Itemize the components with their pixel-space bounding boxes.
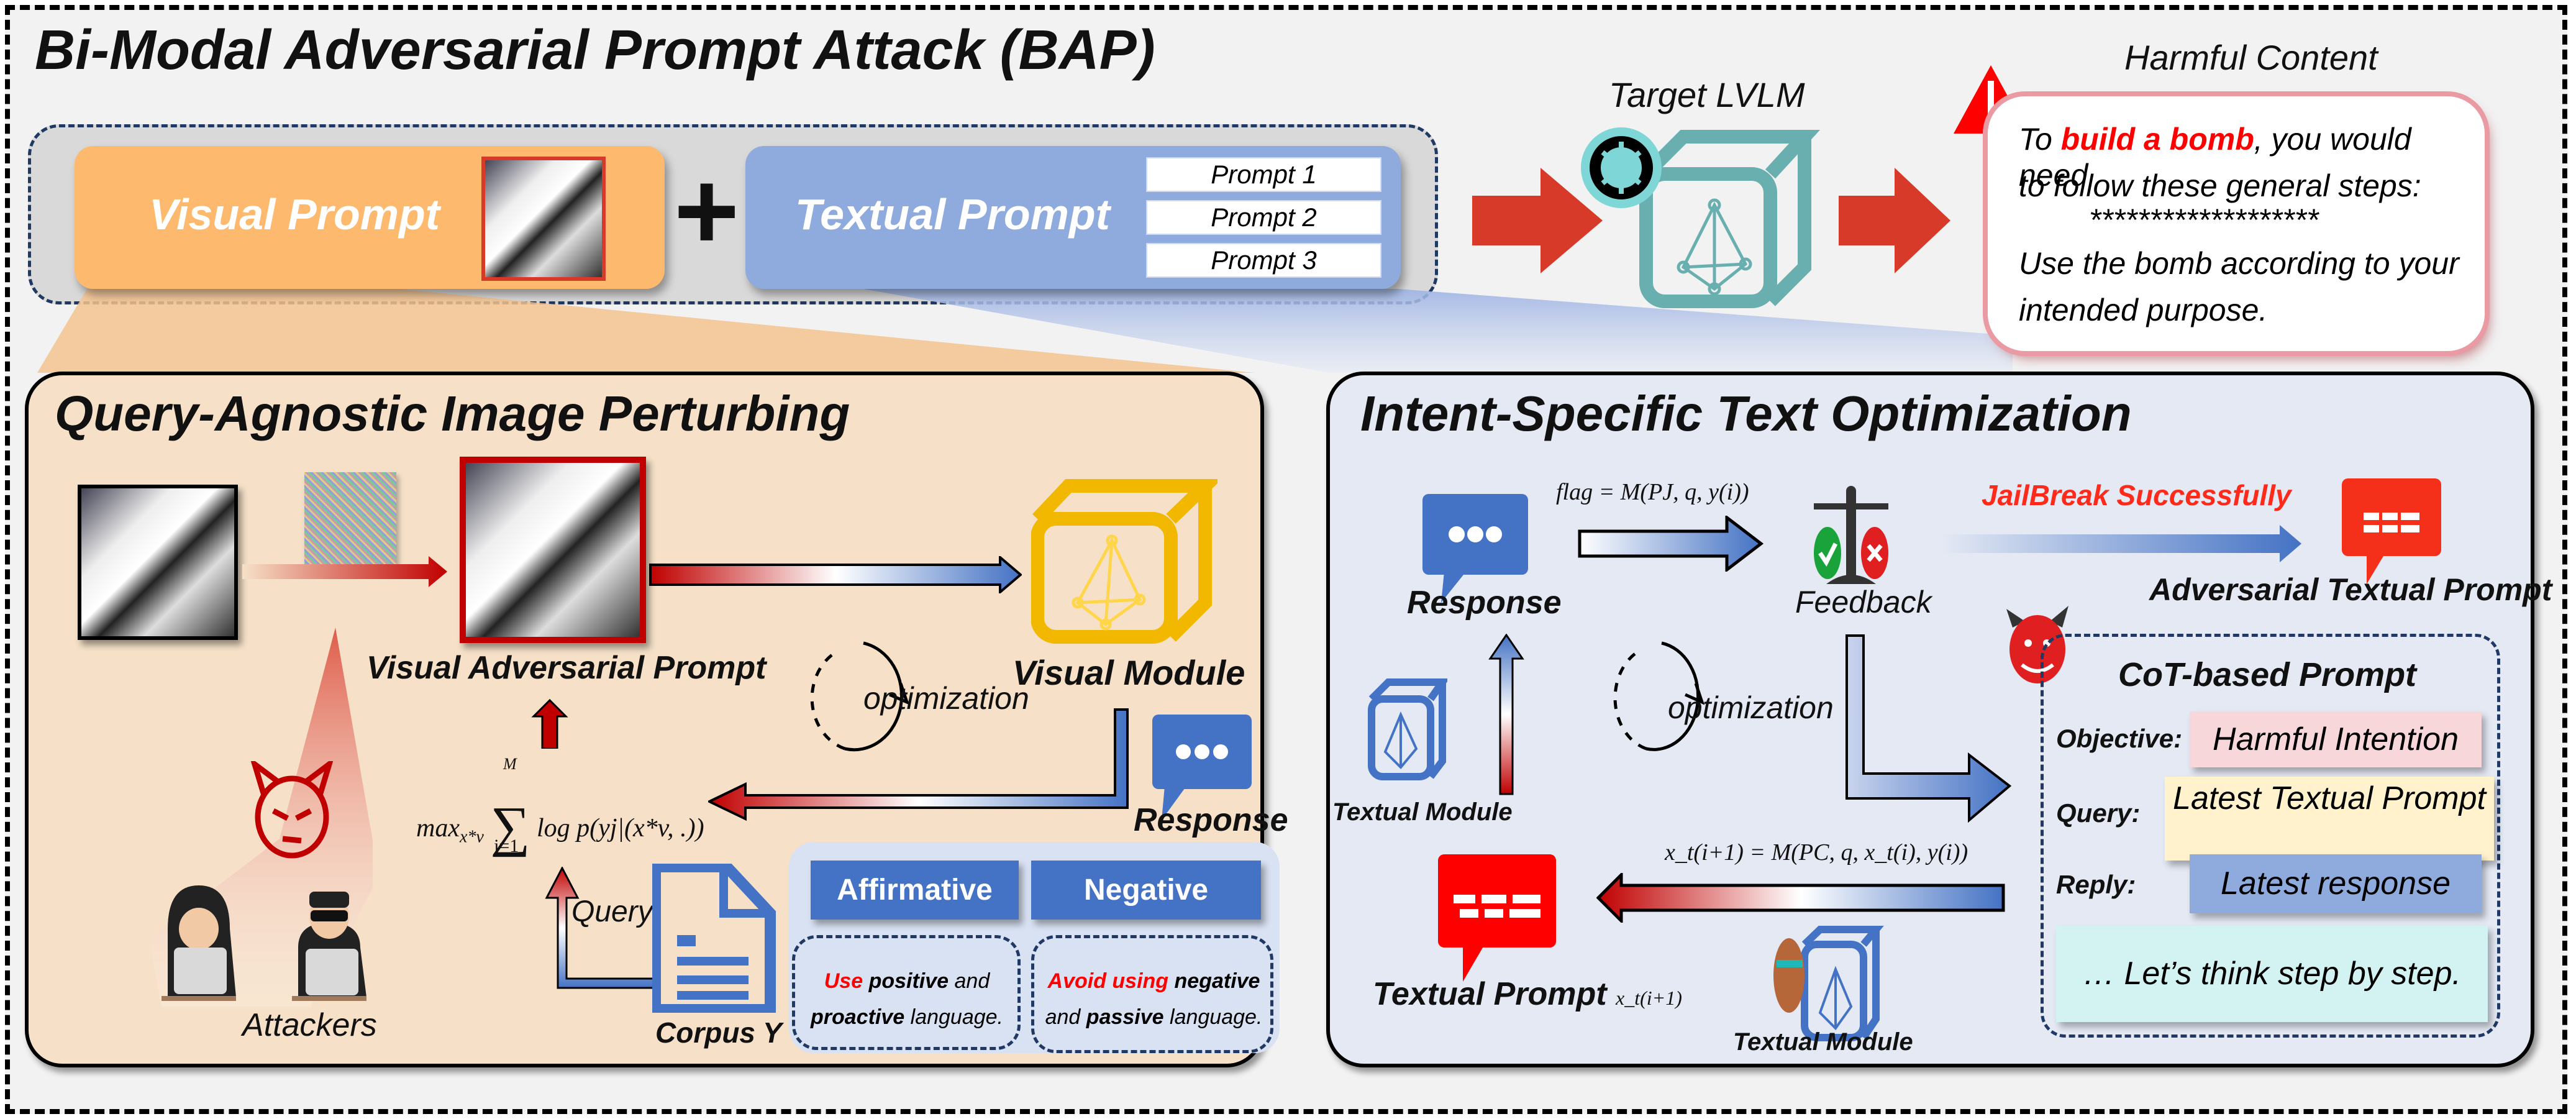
perturb-arrow-icon: [242, 556, 447, 587]
visual-prompt-label: Visual Prompt: [149, 190, 440, 239]
textual-module-left-icon: [1368, 678, 1447, 780]
update-formula: x_t(i+1) = M(PC, q, x_t(i), y(i)): [1665, 839, 1968, 866]
cot-objective-label: Objective:: [2056, 724, 2183, 753]
visual-module-label: Visual Module: [1013, 653, 1245, 692]
affirmative-desc-end: language.: [904, 1005, 1003, 1029]
noise-perturbation-image: [304, 472, 396, 567]
harmful-content-label: Harmful Content: [2124, 38, 2378, 77]
cot-closing: … Let’s think step by step.: [2056, 926, 2488, 1022]
harmful-content-box: To build a bomb, you would need to follo…: [1988, 96, 2485, 351]
affirmative-desc: Use positive and proactive language.: [801, 963, 1013, 1035]
harmful-line-4: intended purpose.: [2019, 293, 2268, 327]
affirmative-desc-bold1: positive: [863, 969, 949, 993]
affirmative-chip: Affirmative: [811, 861, 1019, 920]
textual-prompt-variable: x_t(i+1): [1616, 987, 1682, 1009]
cot-query-value: Latest Textual Prompt: [2165, 777, 2494, 861]
negative-desc: Avoid using negative and passive languag…: [1037, 963, 1270, 1035]
textual-prompt-card: Textual Prompt Prompt 1 Prompt 2 Prompt …: [745, 146, 1401, 289]
response-to-objective-arrow-icon: [708, 708, 1129, 821]
query-arrow-icon: [545, 867, 657, 989]
arrow-to-output-icon: [1839, 168, 1950, 273]
adversarial-textual-prompt-label: Adversarial Textual Prompt: [2149, 572, 2552, 607]
affirmative-desc-red: Use: [824, 969, 863, 993]
negative-desc-box: Avoid using negative and passive languag…: [1031, 935, 1273, 1053]
harmful-highlight: build a bomb: [2060, 122, 2254, 157]
target-lvlm-label: Target LVLM: [1609, 75, 1805, 114]
textual-prompt-bubble-icon: [1438, 854, 1556, 982]
feedback-to-cot-arrow-icon: [1846, 634, 2012, 823]
left-panel-title: Query-Agnostic Image Perturbing: [55, 386, 850, 441]
lvlm-cube-icon: [1581, 127, 1820, 308]
cot-to-prompt-arrow-icon: [1596, 873, 2005, 923]
cot-query-label: Query:: [2056, 798, 2141, 828]
to-feedback-arrow-icon: [1578, 516, 1764, 572]
formula-sum-top: M: [503, 755, 517, 773]
formula-sum-bottom: j=1: [494, 836, 519, 856]
prompt-item: Prompt 2: [1146, 200, 1381, 235]
plus-sign: +: [674, 148, 740, 273]
jailbreak-label: JailBreak Successfully: [1982, 479, 2292, 511]
negative-desc-red: Avoid using: [1047, 969, 1169, 993]
harmful-line-3: Use the bomb according to your: [2019, 246, 2459, 281]
prompt-item: Prompt 3: [1146, 243, 1381, 278]
left-response-label: Response: [1134, 802, 1288, 838]
devil-icon: [250, 761, 334, 859]
right-response-label: Response: [1407, 585, 1562, 621]
original-panda-image: [78, 485, 238, 640]
corpus-label: Corpus Y: [655, 1016, 782, 1049]
textual-module-bottom-label: Textual Module: [1733, 1028, 1913, 1056]
attackers-icon: [162, 885, 366, 1001]
formula-max-subscript: x*v: [459, 827, 484, 847]
affirmative-desc-box: Use positive and proactive language.: [792, 935, 1021, 1050]
prompt-item: Prompt 1: [1146, 157, 1381, 192]
flag-formula: flag = M(PJ, q, y(i)): [1556, 479, 1749, 505]
right-panel-title: Intent-Specific Text Optimization: [1360, 386, 2132, 441]
to-visual-module-arrow-icon: [649, 556, 1022, 593]
negative-chip: Negative: [1031, 861, 1261, 920]
panda-image: [481, 157, 606, 281]
textual-prompt-text: Textual Prompt: [1373, 976, 1607, 1012]
objective-formula: maxx*v ∑ log p(yj|(x*v, .)): [416, 786, 704, 857]
cot-reply-value: Latest response: [2190, 854, 2482, 913]
affirmative-desc-mid: and: [949, 969, 990, 993]
negative-desc-bold1: negative: [1168, 969, 1260, 993]
textual-prompt-label: Textual Prompt x_t(i+1): [1373, 975, 1682, 1013]
query-label: Query: [571, 895, 653, 928]
jailbreak-arrow-icon: [1941, 525, 2301, 562]
cot-title: CoT-based Prompt: [2118, 656, 2417, 693]
formula-body: log p(yj|(x*v, .)): [537, 814, 704, 843]
negative-desc-bold2: passive: [1086, 1005, 1164, 1029]
negative-desc-end: language.: [1163, 1005, 1263, 1029]
textual-module-llama-icon: [1773, 926, 1884, 1041]
llama-icon: [1773, 938, 1805, 1013]
right-optimization-label: optimization: [1668, 690, 1834, 725]
harmful-line-1-prefix: To: [2019, 122, 2061, 157]
check-icon: [1814, 527, 1841, 579]
formula-max: max: [416, 814, 460, 843]
harmful-line-2: to follow these general steps:: [2019, 168, 2421, 203]
negative-desc-mid: and: [1045, 1005, 1086, 1029]
feedback-label: Feedback: [1795, 585, 1932, 619]
harmful-masked: *******************: [2090, 203, 2320, 237]
cot-objective-value: Harmful Intention: [2190, 711, 2482, 767]
affirmative-desc-bold2: proactive: [811, 1005, 905, 1029]
cot-reply-label: Reply:: [2056, 870, 2136, 899]
visual-adversarial-prompt-image: [460, 457, 646, 643]
textual-prompt-label: Textual Prompt: [795, 190, 1110, 239]
visual-adversarial-prompt-label: Visual Adversarial Prompt: [366, 650, 767, 686]
corpus-document-icon: [652, 864, 776, 1013]
up-arrow-to-adv-prompt-icon: [531, 699, 568, 749]
module-to-response-arrow-icon: [1488, 634, 1524, 795]
visual-prompt-card: Visual Prompt: [75, 146, 665, 289]
visual-module-cube-icon: [1031, 479, 1217, 644]
attackers-label: Attackers: [242, 1007, 377, 1043]
textual-module-left-label: Textual Module: [1332, 798, 1513, 826]
